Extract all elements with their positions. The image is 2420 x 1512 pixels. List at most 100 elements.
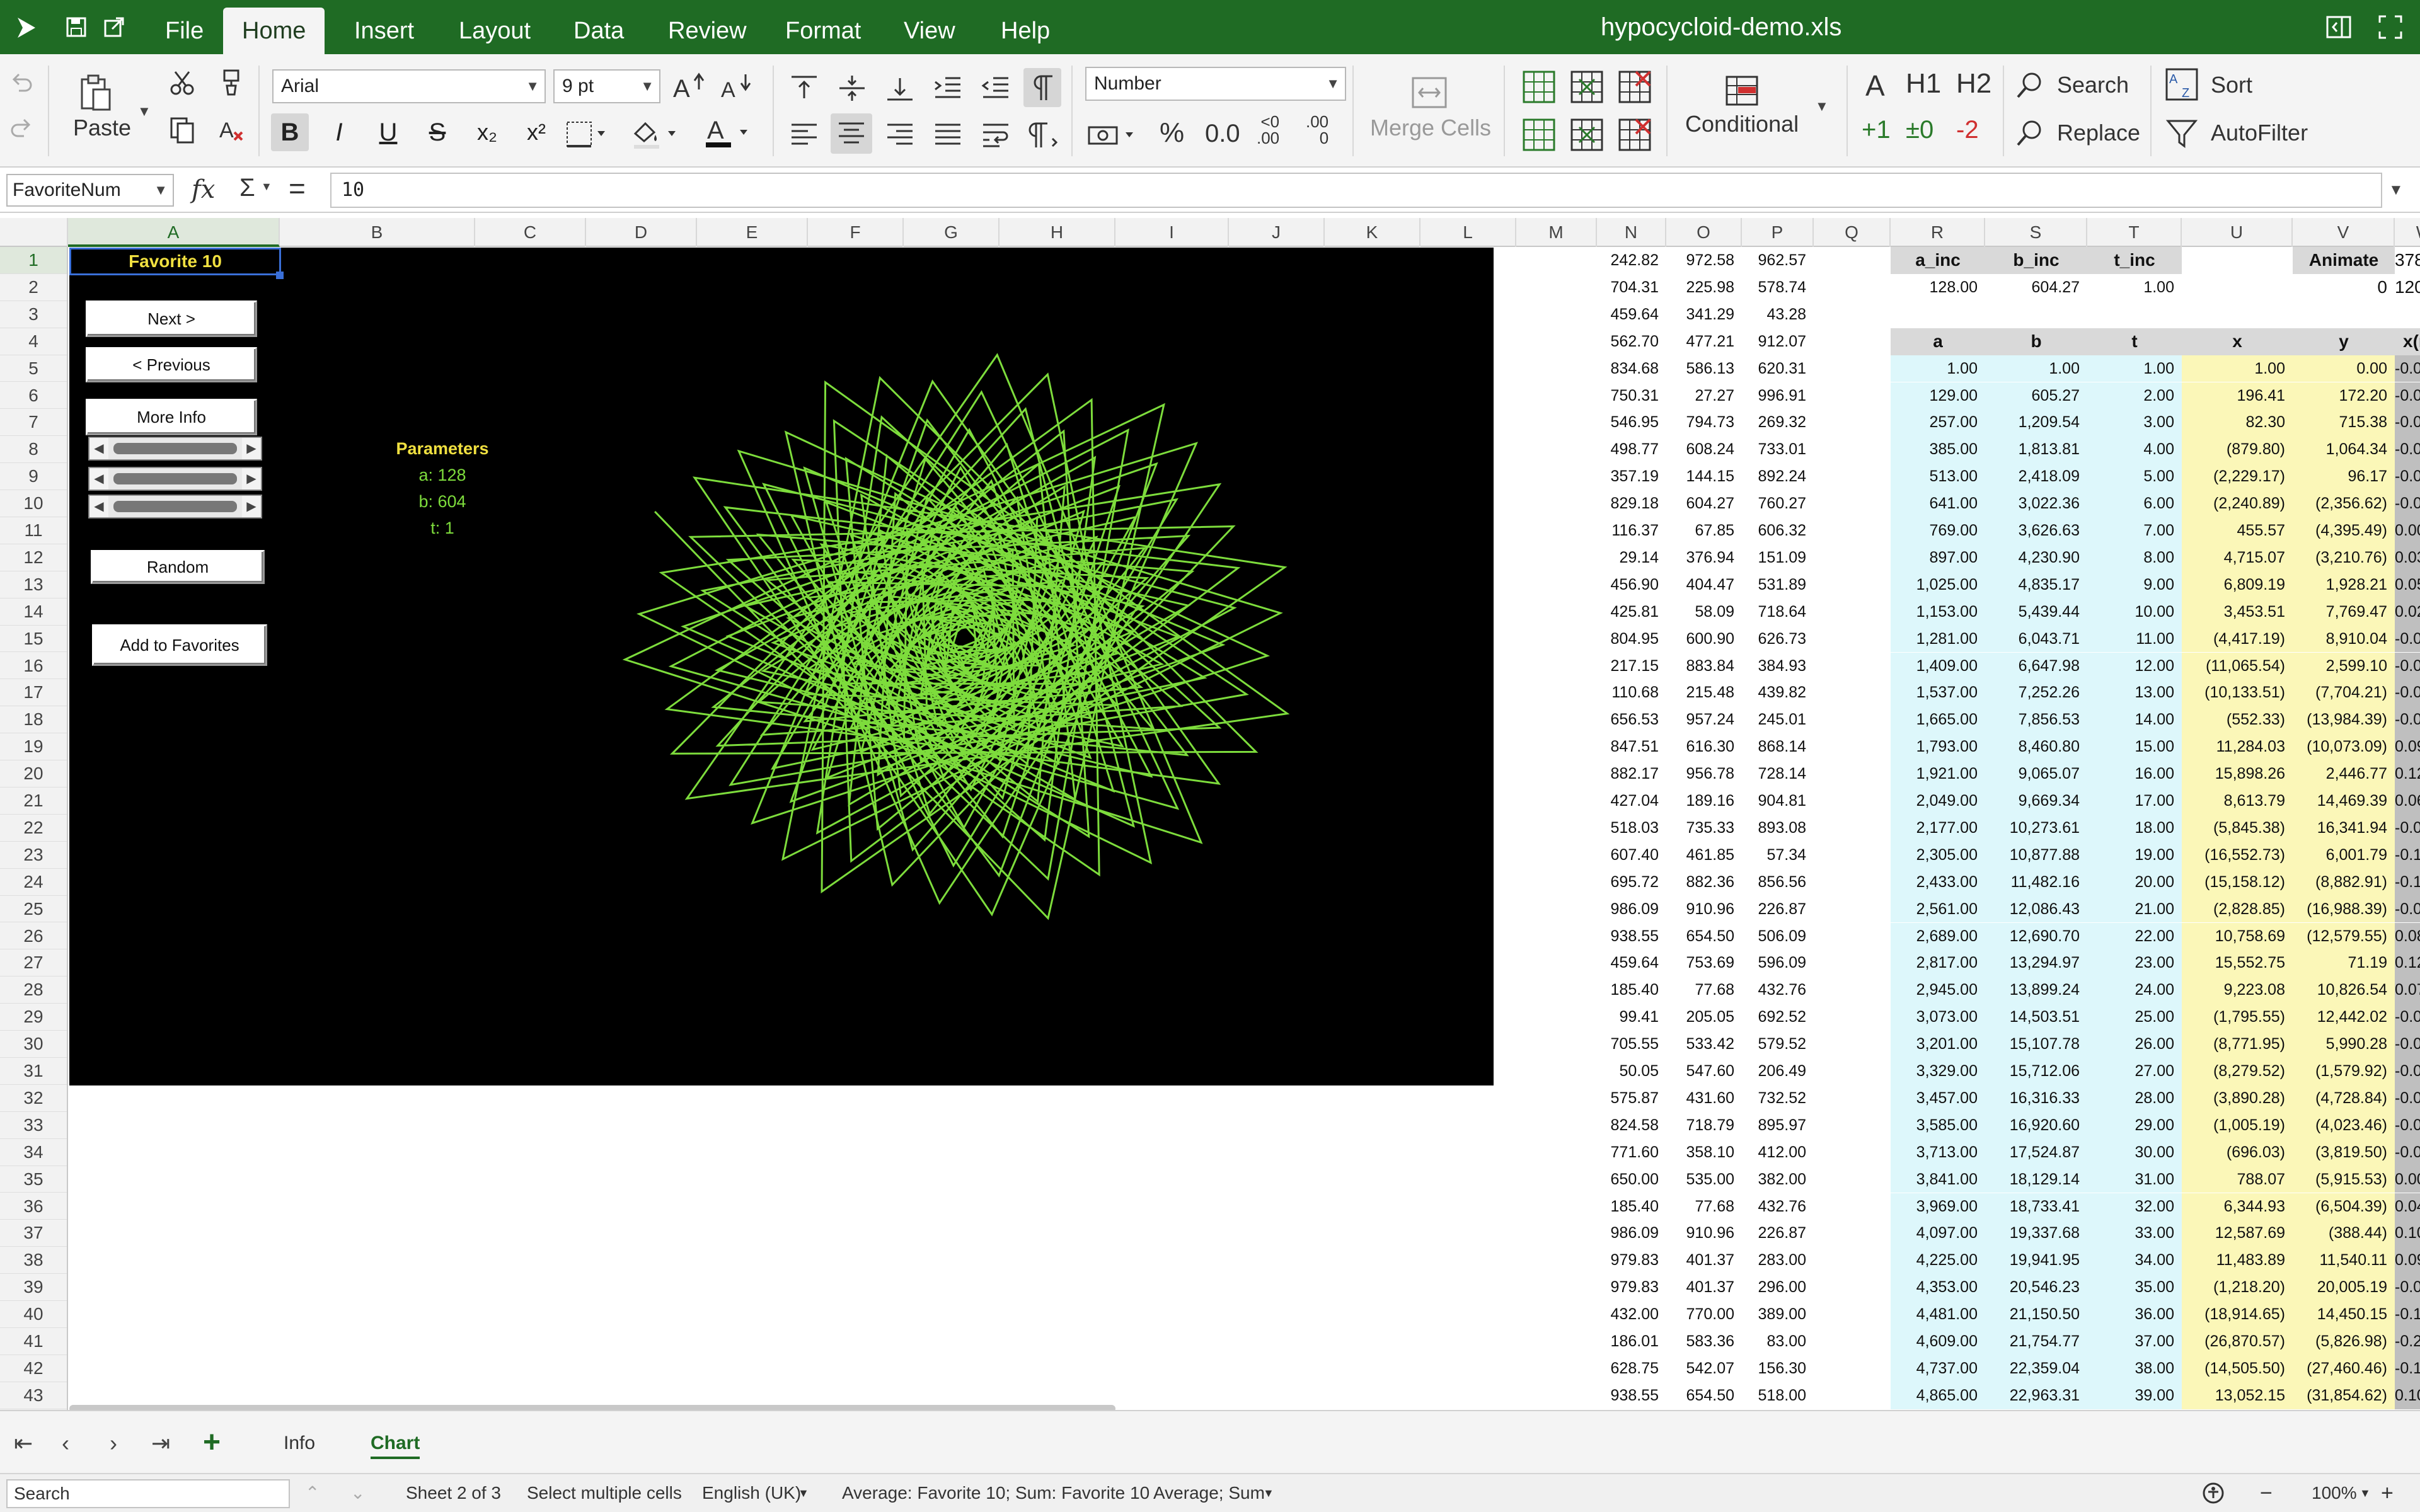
cell[interactable]: 0.06848 [2395,788,2420,815]
cell[interactable]: 0.00064 [2395,517,2420,544]
cell[interactable]: (2,240.89) [2182,490,2293,517]
cell[interactable]: 3.00 [2087,409,2182,437]
cell[interactable]: 99.41 [1597,1004,1666,1031]
cell[interactable]: 1,665.00 [1891,706,1985,734]
cell[interactable]: (8,771.95) [2182,1031,2293,1058]
tab-format[interactable]: Format [766,8,880,54]
cell[interactable]: 77.68 [1666,976,1742,1004]
bold-button[interactable]: B [271,113,309,151]
cell[interactable]: (388.44) [2293,1220,2395,1247]
cell[interactable]: 24.00 [2087,976,2182,1004]
align-top-icon[interactable] [789,73,819,103]
cell[interactable]: 771.60 [1597,1139,1666,1166]
cell[interactable]: 620.31 [1742,355,1814,382]
cell[interactable]: 715.38 [2293,409,2395,437]
cell[interactable]: -0.0217 [2395,490,2420,517]
cell[interactable]: 513.00 [1891,463,1985,491]
cell[interactable]: (31,854.62) [2293,1382,2395,1409]
chevron-down-icon[interactable]: ▼ [154,175,168,205]
row-header[interactable]: 42 [0,1355,67,1382]
cell[interactable]: (15,158.12) [2182,868,2293,896]
header-cell[interactable]: a [1891,328,1985,355]
cell[interactable]: 498.77 [1597,436,1666,463]
cell[interactable]: -0.003 [2395,355,2420,382]
cell[interactable]: 11,284.03 [2182,733,2293,761]
add-decimal-button[interactable]: <0 .00 [1257,113,1279,146]
cell[interactable]: 9,223.08 [2182,976,2293,1004]
column-header-j[interactable]: J [1229,218,1325,247]
cell[interactable]: 7.00 [2087,517,2182,544]
column-header-w[interactable]: W [2395,218,2420,247]
column-header-u[interactable]: U [2182,218,2293,247]
row-header[interactable]: 38 [0,1247,67,1274]
align-bottom-icon[interactable] [885,73,915,103]
row-header[interactable]: 2 [0,274,67,301]
cell[interactable]: 5,439.44 [1985,598,2087,626]
next-sheet-icon[interactable]: › [110,1430,117,1457]
row-header[interactable]: 26 [0,923,67,950]
cell[interactable]: 956.78 [1666,760,1742,788]
sidebar-toggle-icon[interactable] [2325,14,2352,40]
cell[interactable]: -0.0874 [2395,679,2420,707]
cell[interactable]: 11,482.16 [1985,868,2087,896]
cell[interactable]: -0.0951 [2395,652,2420,680]
search-prev-icon[interactable]: ⌃ [305,1474,320,1512]
cell[interactable]: 0 [2293,274,2395,301]
equals-icon[interactable]: = [289,171,306,205]
cell[interactable]: 151.09 [1742,544,1814,571]
cell[interactable]: 432.76 [1742,1193,1814,1220]
cell[interactable]: 604.27 [1666,490,1742,517]
cell[interactable]: 788.07 [2182,1166,2293,1193]
cell[interactable]: 856.56 [1742,869,1814,896]
replace-label[interactable]: Replace [2057,120,2140,146]
delete-cells-icon[interactable] [1617,69,1652,105]
cell[interactable]: -0.0266 [2395,895,2420,923]
cell[interactable]: 96.17 [2293,463,2395,491]
cell[interactable]: -0.123 [2395,1354,2420,1382]
percent-button[interactable]: % [1160,117,1184,149]
align-left-icon[interactable] [789,120,819,150]
sort-label[interactable]: Sort [2211,72,2252,98]
tab-insert[interactable]: Insert [335,8,433,54]
cell[interactable]: 376.94 [1666,544,1742,571]
cell[interactable]: 29.14 [1597,544,1666,571]
cell[interactable]: 412.00 [1742,1139,1814,1166]
cell[interactable]: 10,758.69 [2182,922,2293,950]
cell[interactable]: 37.00 [2087,1328,2182,1355]
cell[interactable]: 4,481.00 [1891,1301,1985,1328]
cell[interactable]: 12,587.69 [2182,1220,2293,1247]
cell[interactable]: 15,712.06 [1985,1058,2087,1085]
cell[interactable]: 2,177.00 [1891,814,1985,842]
cell[interactable]: 912.07 [1742,328,1814,355]
cell[interactable]: (1,218.20) [2182,1274,2293,1302]
heading2-button[interactable]: H2 [1956,68,1991,100]
cell[interactable]: (8,882.91) [2293,868,2395,896]
currency-icon[interactable] [1086,120,1141,150]
merge-cells-icon[interactable] [1410,76,1448,110]
cell[interactable]: 6,647.98 [1985,652,2087,680]
cell[interactable]: 883.84 [1666,653,1742,680]
cell[interactable]: 432.76 [1742,976,1814,1004]
cell[interactable]: 19.00 [2087,841,2182,869]
cell[interactable]: 586.13 [1666,355,1742,382]
paste-dropdown-icon[interactable]: ▼ [137,103,151,120]
row-header[interactable]: 15 [0,626,67,653]
row-header[interactable]: 17 [0,679,67,707]
cell[interactable]: 82.30 [2182,409,2293,437]
cell[interactable]: 20.00 [2087,868,2182,896]
cell[interactable]: 9.00 [2087,571,2182,598]
replace-icon[interactable] [2014,117,2046,149]
cell[interactable]: -0.0760 [2395,1031,2420,1058]
cell[interactable]: 1,928.21 [2293,571,2395,598]
cell[interactable]: 58.09 [1666,598,1742,626]
row-header[interactable]: 32 [0,1085,67,1112]
cell[interactable]: 22.00 [2087,922,2182,950]
superscript-button[interactable]: x² [516,113,557,151]
cell[interactable]: 692.52 [1742,1004,1814,1031]
cell[interactable]: 382.00 [1742,1166,1814,1193]
row-header[interactable]: 8 [0,436,67,464]
cell[interactable]: 144.15 [1666,463,1742,490]
subscript-button[interactable]: x₂ [466,113,508,151]
row-header[interactable]: 3 [0,301,67,328]
header-cell[interactable]: a_inc [1891,247,1985,274]
